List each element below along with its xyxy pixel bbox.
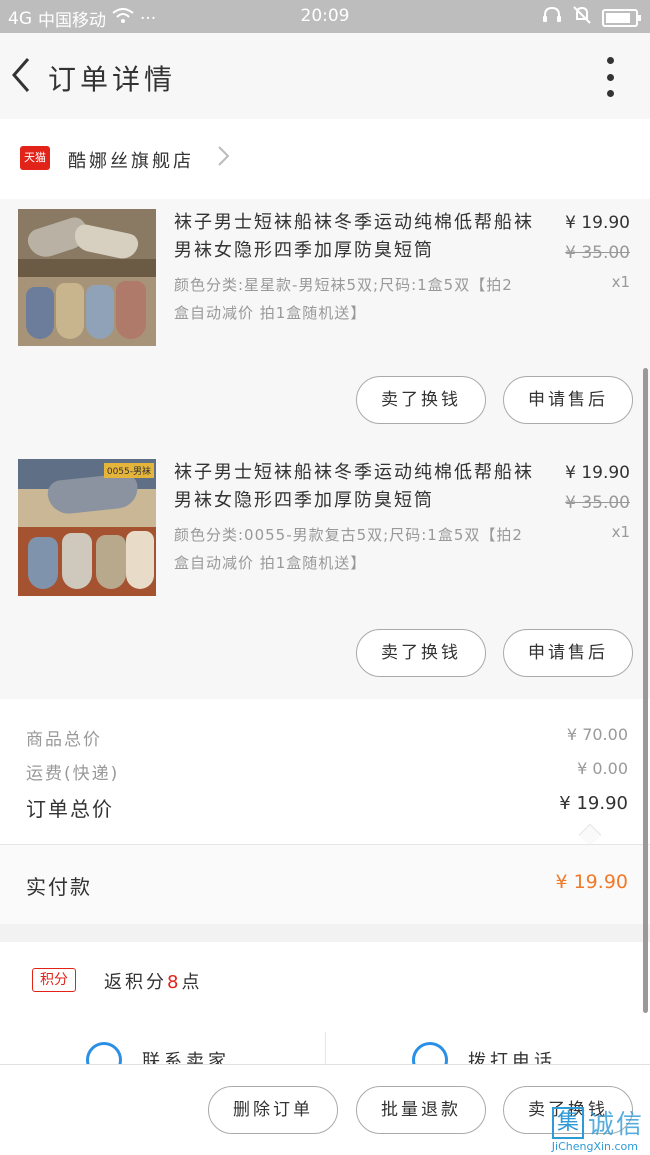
price-summary: 商品总价 ¥ 70.00 运费(快递) ¥ 0.00 订单总价 ¥ 19.90	[0, 699, 650, 847]
thumbnail-label: 0055-男袜	[103, 463, 154, 478]
caret-up-icon	[578, 823, 602, 847]
scrollbar[interactable]	[643, 368, 648, 1013]
chevron-right-icon	[216, 141, 232, 178]
after-sales-button[interactable]: 申请售后	[503, 629, 633, 677]
shop-name[interactable]: 酷娜丝旗舰店	[68, 147, 194, 173]
product-sku: 颜色分类:0055-男款复古5双;尺码:1盒5双【拍2盒自动减价 拍1盒随机送】	[174, 526, 523, 572]
product-quantity: x1	[611, 273, 630, 291]
points-badge: 积分	[32, 968, 76, 992]
batch-refund-button[interactable]: 批量退款	[356, 1086, 486, 1134]
status-bar: 4G 中国移动 ··· 20:09	[0, 0, 650, 33]
more-menu-icon[interactable]	[600, 57, 620, 97]
product-price: ¥ 19.90	[565, 463, 630, 483]
points-text: 返积分8点	[104, 972, 203, 993]
watermark-logo: 集 诚信 JiChengXin.com	[552, 1104, 644, 1153]
call-phone-button[interactable]: 拨打电话	[412, 1042, 556, 1064]
order-total-value: ¥ 19.90	[559, 793, 628, 814]
actual-payment-value: ¥ 19.90	[555, 871, 628, 893]
delete-order-button[interactable]: 删除订单	[208, 1086, 338, 1134]
order-item[interactable]: 0055-男袜 袜子男士短袜船袜冬季运动纯棉低帮船袜男袜女隐形四季加厚防臭短筒 …	[0, 449, 650, 699]
after-sales-button[interactable]: 申请售后	[503, 376, 633, 424]
goods-total-value: ¥ 70.00	[566, 725, 628, 744]
product-thumbnail[interactable]: 0055-男袜	[18, 459, 156, 596]
mute-bell-icon	[572, 5, 592, 30]
product-thumbnail[interactable]	[18, 209, 156, 346]
product-price: ¥ 19.90	[565, 213, 630, 233]
goods-total-label: 商品总价	[26, 730, 102, 750]
back-arrow-icon[interactable]	[6, 53, 42, 99]
contact-row: 联系卖家 拨打电话	[0, 1032, 650, 1064]
phone-icon	[412, 1042, 448, 1064]
battery-icon	[602, 8, 641, 27]
headset-icon	[542, 6, 562, 29]
shipping-label: 运费(快递)	[26, 764, 120, 784]
page-title: 订单详情	[48, 63, 177, 96]
actual-payment-row: 实付款 ¥ 19.90	[0, 844, 650, 924]
shop-row[interactable]: 天猫 酷娜丝旗舰店	[0, 119, 650, 199]
tmall-badge: 天猫	[20, 146, 50, 170]
contact-seller-button[interactable]: 联系卖家	[86, 1042, 230, 1064]
battery-level	[606, 12, 630, 23]
product-title[interactable]: 袜子男士短袜船袜冬季运动纯棉低帮船袜男袜女隐形四季加厚防臭短筒	[174, 209, 549, 265]
order-item[interactable]: 袜子男士短袜船袜冬季运动纯棉低帮船袜男袜女隐形四季加厚防臭短筒 颜色分类:星星款…	[0, 199, 650, 449]
product-title[interactable]: 袜子男士短袜船袜冬季运动纯棉低帮船袜男袜女隐形四季加厚防臭短筒	[174, 459, 549, 515]
points-row: 积分 返积分8点	[0, 942, 650, 1032]
order-total-label: 订单总价	[26, 797, 114, 821]
chat-face-icon	[86, 1042, 122, 1064]
product-sku: 颜色分类:星星款-男短袜5双;尺码:1盒5双【拍2盒自动减价 拍1盒随机送】	[174, 276, 513, 322]
actual-payment-label: 实付款	[26, 875, 92, 899]
product-quantity: x1	[611, 523, 630, 541]
product-original-price: ¥ 35.00	[565, 493, 630, 513]
points-value: 8	[167, 972, 182, 993]
shipping-value: ¥ 0.00	[577, 759, 628, 778]
sell-button[interactable]: 卖了换钱	[356, 376, 486, 424]
app-header: 订单详情	[0, 33, 650, 119]
divider	[325, 1032, 326, 1064]
sell-button[interactable]: 卖了换钱	[356, 629, 486, 677]
product-original-price: ¥ 35.00	[565, 243, 630, 263]
